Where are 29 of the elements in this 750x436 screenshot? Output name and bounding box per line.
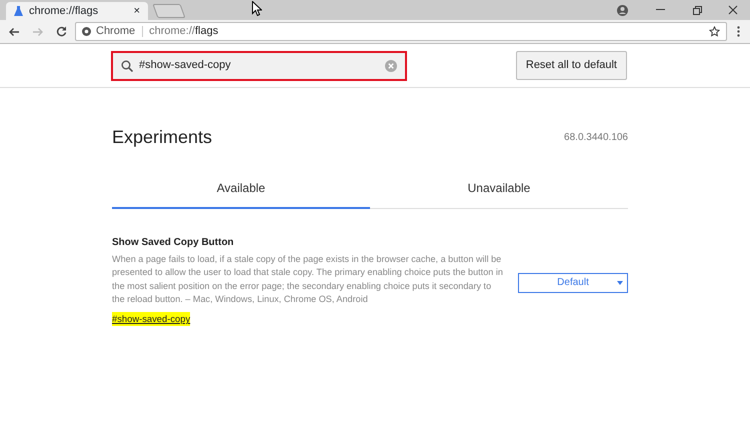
caret-icon [617, 280, 623, 285]
search-field[interactable]: #show-saved-copy [111, 50, 407, 80]
choice-dropdown[interactable]: Default [518, 272, 628, 293]
flags-tab[interactable]: Unavailable [370, 173, 628, 209]
star-icon[interactable] [709, 26, 720, 37]
version-number: 68.0.3440.106 [564, 131, 628, 145]
experiment-link[interactable]: #show-saved-copy [112, 312, 190, 326]
experiment-name: Show Saved Copy Button [112, 236, 235, 250]
cursor-icon [252, 1, 262, 16]
tab-title: chrome://flags [29, 4, 98, 19]
close-icon[interactable]: × [134, 2, 140, 20]
restore-icon[interactable] [693, 6, 702, 14]
page-title: Experiments [112, 126, 212, 149]
url-text: chrome://flags [142, 26, 218, 37]
browser-tab[interactable]: chrome://flags × [6, 2, 148, 20]
reset-button[interactable]: Reset all to default [516, 51, 627, 80]
back-icon[interactable] [8, 26, 20, 36]
search-icon [121, 60, 133, 72]
experiment-description: When a page fails to load, if a stale copy of the page exists in the browser cache, a button will be presented to allow the user to load that stale copy. The primary enabling choice puts the button in the most salient position on the error page; the secondary enabling choice puts it secondary to the reload button. – Mac, Windows, Linux, Chrome OS, Android [112, 253, 504, 306]
minimize-icon[interactable] [656, 9, 665, 11]
address-bar[interactable]: Chrome chrome://flags [75, 22, 727, 41]
site-label: Chrome [96, 24, 136, 40]
reload-icon[interactable] [56, 26, 67, 37]
flask-icon [14, 6, 23, 16]
flags-tab[interactable]: Available [112, 173, 370, 209]
chrome-logo-icon [82, 27, 91, 36]
menu-icon[interactable] [737, 26, 740, 37]
close-icon[interactable] [728, 5, 738, 15]
profile-icon[interactable] [617, 4, 628, 16]
